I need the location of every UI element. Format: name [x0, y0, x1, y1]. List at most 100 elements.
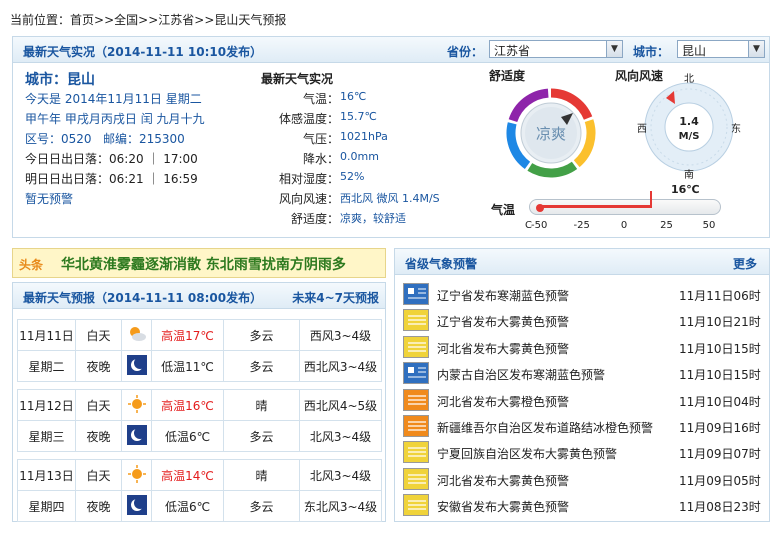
forecast-more-link[interactable]: 未来4~7天预报: [292, 289, 379, 306]
icy-road-orange-icon: [403, 415, 429, 437]
forecast-temp: 低温6℃: [151, 490, 224, 522]
forecast-row-day: 11月12日 白天 高温16℃ 晴西北风4~5级: [17, 389, 382, 421]
fog-yellow-icon: [403, 494, 429, 517]
obs-label: 气温：: [302, 92, 339, 106]
warning-time: 11月08日23时: [679, 500, 761, 515]
warning-item[interactable]: 辽宁省发布寒潮蓝色预警 11月11日06时: [403, 281, 763, 307]
warning-text[interactable]: 内蒙古自治区发布寒潮蓝色预警: [437, 366, 605, 383]
wind-speed: 1.4: [679, 115, 699, 128]
warning-text[interactable]: 河北省发布大雾橙色预警: [437, 393, 569, 410]
temp-tick-label: 0: [620, 220, 628, 231]
obs-value: 0.0mm: [340, 150, 379, 163]
warning-text[interactable]: 辽宁省发布大雾黄色预警: [437, 313, 569, 330]
forecast-weather: 晴: [223, 389, 300, 421]
no-warning-link[interactable]: 暂无预警: [25, 190, 73, 207]
forecast-temp: 低温11℃: [151, 350, 224, 382]
warning-item[interactable]: 辽宁省发布大雾黄色预警 11月10日21时: [403, 307, 763, 333]
forecast-row-night: 星期二 夜晚 低温11℃ 多云 西北风3~4级: [17, 350, 382, 382]
warning-time: 11月10日21时: [679, 315, 761, 330]
sun-icon: [121, 389, 152, 421]
warning-text[interactable]: 新疆维吾尔自治区发布道路结冰橙色预警: [437, 419, 653, 436]
warning-text[interactable]: 河北省发布大雾黄色预警: [437, 340, 569, 357]
obs-label: 气压：: [302, 132, 339, 146]
comfort-value: 凉爽: [536, 125, 566, 143]
province-select-value: 江苏省: [494, 44, 531, 58]
warning-time: 11月10日04时: [679, 394, 761, 409]
breadcrumb-province-link[interactable]: 江苏省: [158, 13, 194, 27]
forecast-week: 星期四: [17, 490, 76, 522]
province-select[interactable]: 江苏省 ▼: [489, 40, 623, 58]
city-select-value: 昆山: [682, 44, 707, 58]
forecast-weather: 多云: [223, 490, 300, 522]
warning-item[interactable]: 河北省发布大雾黄色预警 11月10日15时: [403, 334, 763, 360]
warning-item[interactable]: 内蒙古自治区发布寒潮蓝色预警 11月10日15时: [403, 360, 763, 386]
obs-label: 降水：: [302, 152, 339, 166]
warnings-title: 省级气象预警: [405, 257, 478, 271]
warning-item[interactable]: 河北省发布大雾黄色预警 11月09日05时: [403, 466, 763, 492]
realtime-panel: 最新天气实况（2014-11-11 10:10发布） 省份： 江苏省 ▼ 城市：…: [12, 36, 770, 238]
forecast-period: 夜晚: [75, 350, 122, 382]
warning-item[interactable]: 宁夏回族自治区发布大雾黄色预警 11月09日07时: [403, 439, 763, 465]
compass-south: 南: [684, 170, 694, 181]
warning-text[interactable]: 辽宁省发布寒潮蓝色预警: [437, 287, 569, 304]
code-line: 区号：0520 邮编：215300: [25, 130, 185, 147]
compass-east: 东: [731, 124, 741, 135]
forecast-wind: 西风3~4级: [299, 319, 382, 351]
forecast-period: 白天: [75, 319, 122, 351]
chevron-down-icon: ▼: [606, 41, 622, 57]
province-label: 省份：: [447, 45, 484, 59]
forecast-weather: 多云: [223, 319, 300, 351]
cold-wave-blue-icon: [403, 283, 429, 305]
warnings-panel: 省级气象预警 更多 辽宁省发布寒潮蓝色预警 11月11日06时辽宁省发布大雾黄色预…: [394, 248, 770, 522]
warning-item[interactable]: 河北省发布大雾橙色预警 11月10日04时: [403, 387, 763, 413]
warning-text[interactable]: 安徽省发布大雾黄色预警: [437, 498, 569, 515]
today-line: 今天是 2014年11月11日 星期二: [25, 90, 202, 107]
chevron-down-icon: ▼: [748, 41, 764, 57]
breadcrumb-country-link[interactable]: 全国: [114, 13, 138, 27]
forecast-week: 星期二: [17, 350, 76, 382]
temp-title: 气温: [491, 203, 516, 217]
headline-bar: 头条 华北黄淮雾霾逐渐消散 东北雨雪扰南方阴雨多: [12, 248, 386, 278]
breadcrumb-separator: >>: [194, 13, 215, 27]
headline-text[interactable]: 华北黄淮雾霾逐渐消散 东北雨雪扰南方阴雨多: [61, 254, 346, 274]
forecast-weather: 多云: [223, 420, 300, 452]
warning-text[interactable]: 河北省发布大雾黄色预警: [437, 472, 569, 489]
warning-item[interactable]: 安徽省发布大雾黄色预警 11月08日23时: [403, 492, 763, 518]
warning-text[interactable]: 宁夏回族自治区发布大雾黄色预警: [437, 445, 617, 462]
warnings-header: 省级气象预警 更多: [395, 249, 769, 275]
warning-time: 11月10日15时: [679, 341, 761, 356]
forecast-header: 最新天气预报（2014-11-11 08:00发布） 未来4~7天预报: [13, 283, 385, 309]
forecast-temp: 高温17℃: [151, 319, 224, 351]
obs-label: 体感温度：: [278, 112, 339, 126]
forecast-temp: 低温6℃: [151, 420, 224, 452]
forecast-temp: 高温14℃: [151, 459, 224, 491]
fog-yellow-icon: [403, 335, 429, 358]
fog-yellow-icon: [403, 441, 429, 464]
wind-compass: 1.4 M/S: [644, 82, 734, 172]
warning-time: 11月11日06时: [679, 289, 761, 303]
forecast-temp: 高温16℃: [151, 389, 224, 421]
forecast-weather: 晴: [223, 459, 300, 491]
city-select[interactable]: 昆山 ▼: [677, 40, 765, 58]
obs-label: 舒适度：: [290, 212, 339, 226]
warning-time: 11月09日07时: [679, 447, 761, 462]
lunar-leap: 闰: [140, 112, 153, 126]
breadcrumb-prefix: 当前位置：: [10, 13, 71, 27]
comfort-gauge: 凉爽: [506, 88, 596, 178]
forecast-wind: 北风3~4级: [299, 459, 382, 491]
breadcrumb: 当前位置：首页>>全国>>江苏省>>昆山天气预报: [10, 11, 286, 28]
obs-title: 最新天气实况: [261, 72, 334, 86]
forecast-wind: 西北风3~4级: [299, 350, 382, 382]
temp-tick-label: -50: [531, 220, 548, 231]
obs-value: 16℃: [340, 90, 367, 103]
lunar-line: 甲午年 甲戌月丙戌日 闰 九月十九: [25, 110, 205, 127]
breadcrumb-home-link[interactable]: 首页: [70, 13, 94, 27]
warnings-more-link[interactable]: 更多: [733, 255, 757, 272]
compass-north: 北: [684, 74, 694, 85]
warning-item[interactable]: 新疆维吾尔自治区发布道路结冰橙色预警 11月09日16时: [403, 413, 763, 439]
lunar-year: 甲午年: [25, 112, 62, 126]
obs-value: 1021hPa: [340, 130, 388, 143]
forecast-weather: 多云: [223, 350, 300, 382]
forecast-wind: 西北风4~5级: [299, 389, 382, 421]
comfort-title: 舒适度: [489, 69, 526, 83]
